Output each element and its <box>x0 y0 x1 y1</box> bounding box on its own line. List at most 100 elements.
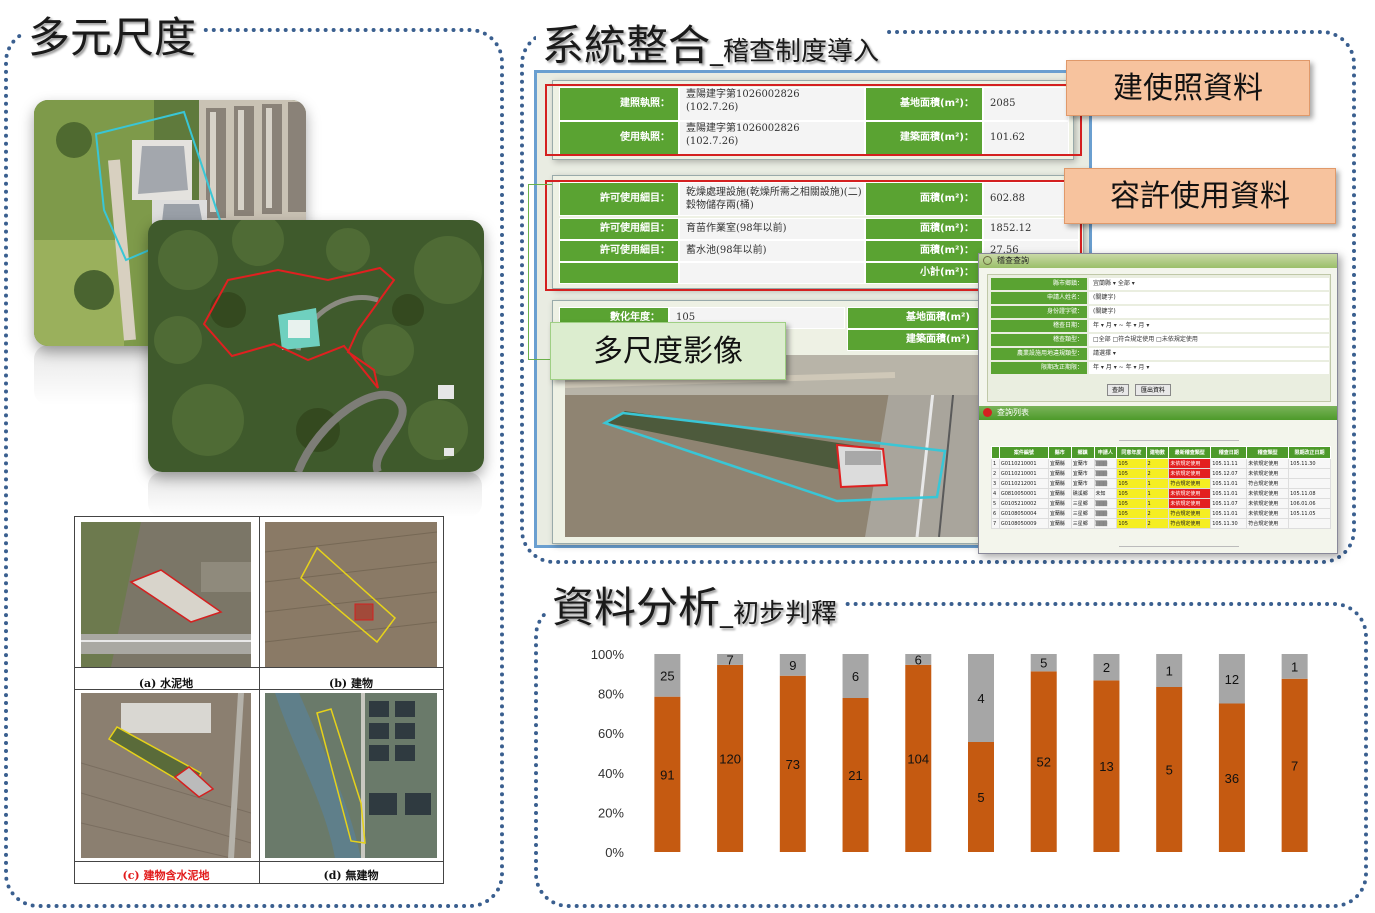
bar-data-label-gray: 4 <box>977 691 984 706</box>
query-table-cell: 宜蘭縣 <box>1047 478 1072 489</box>
query-table-cell: 105 <box>1116 508 1147 519</box>
query-table-cell: 未依規定使用 <box>1246 488 1290 499</box>
query-table-cell: 未依規定使用 <box>1168 498 1212 509</box>
table-row[interactable]: 4 G0810050001 宜蘭縣 礁溪鄉 未知 105 1 未依規定使用 105.11.01 未… <box>991 488 1331 499</box>
top-panel-title: 系統整合_稽查制度導入 <box>536 12 886 73</box>
query-table-cell: 三星鄉 <box>1070 518 1095 529</box>
query-input-id[interactable]: (關鍵字) <box>1089 306 1329 318</box>
sample-cell-d <box>265 693 437 858</box>
query-window-title: 稽查查詢 <box>997 256 1029 265</box>
query-table-cell <box>1288 518 1331 529</box>
y-tick-label: 80% <box>598 687 624 702</box>
table-row[interactable]: 3 G0110212001 宜蘭縣 宜蘭市 ▒▒▒ 105 1 符合規定使用 105.11.01… <box>991 478 1331 489</box>
bar-data-label-gray: 6 <box>915 652 922 667</box>
bar-data-label-gray: 7 <box>726 652 733 667</box>
bar-data-label-gray: 1 <box>1291 659 1298 674</box>
grid-divider-h3 <box>75 861 443 862</box>
query-table-cell: G0110212001 <box>998 478 1049 489</box>
aerial-photo-2 <box>148 220 484 472</box>
query-table-cell: ▒▒▒ <box>1093 498 1118 509</box>
bottom-panel-title-main: 資料分析 <box>552 583 721 632</box>
query-table-cell: 1 <box>1145 478 1170 489</box>
grid-divider-h1 <box>75 667 443 668</box>
query-table-cell: 5 <box>991 498 1000 509</box>
query-table-cell: 宜蘭縣 <box>1047 458 1072 469</box>
top-panel-title-sub: _稽查制度導入 <box>710 37 880 67</box>
query-table-cell: 105.11.01 <box>1210 488 1248 499</box>
query-table-cell: G0108050004 <box>998 508 1049 519</box>
query-label-inspection-date: 稽查日期： <box>991 320 1087 332</box>
query-table-cell: 未依規定使用 <box>1246 498 1290 509</box>
query-table-cell: 105.11.30 <box>1288 458 1331 469</box>
query-table-cell: 2 <box>1145 468 1170 479</box>
query-window: 稽查查詢 縣市鄉鎮： 宜蘭縣 ▾ 全部 ▾ 申請人姓名： (關鍵字) 身份證字號… <box>978 253 1338 554</box>
bar-data-label-gray: 1 <box>1166 664 1173 679</box>
table-row[interactable]: 5 G0105210002 宜蘭縣 三星鄉 ▒▒▒ 105 1 未依規定使用 105.11.07… <box>991 498 1331 509</box>
bar-data-label-orange: 91 <box>660 767 674 782</box>
sample-grid: (a) 水泥地 (b) 建物 (c) 建物含水泥地 (d) 無建物 <box>74 516 444 884</box>
query-list-titlebar: 查詢列表 <box>979 406 1337 420</box>
query-table-cell: 未依規定使用 <box>1168 468 1212 479</box>
table-row[interactable]: 1 G0110210001 宜蘭縣 宜蘭市 ▒▒▒ 105 2 未依規定使用 105.11.11… <box>991 458 1331 469</box>
query-select-deadline[interactable]: 年 ▾ 月 ▾ ~ 年 ▾ 月 ▾ <box>1089 362 1329 374</box>
query-select-violation-type[interactable]: 請選擇 ▾ <box>1089 348 1329 360</box>
callout-building-license: 建使照資料 <box>1066 60 1310 116</box>
query-table-cell: 1 <box>1145 498 1170 509</box>
bar-data-label-gray: 2 <box>1103 660 1110 675</box>
bar-data-label-orange: 5 <box>977 790 984 805</box>
query-table-cell: ▒▒▒ <box>1093 518 1118 529</box>
query-label-applicant: 申請人姓名： <box>991 292 1087 304</box>
query-list-title: 查詢列表 <box>997 408 1029 417</box>
aerial-photo-2-reflection <box>148 472 482 517</box>
query-select-inspection-date[interactable]: 年 ▾ 月 ▾ ~ 年 ▾ 月 ▾ <box>1089 320 1329 332</box>
image-area-label-1: 基地面積(m²) <box>847 307 979 329</box>
alert-icon <box>983 408 992 417</box>
query-table-header: 稽查日期 <box>1210 446 1248 459</box>
query-table-cell: 6 <box>991 508 1000 519</box>
y-tick-label: 100% <box>591 647 625 662</box>
image-area-label-2: 建築面積(m²) <box>847 329 979 351</box>
query-check-inspection-type[interactable]: □全部 □符合規定使用 □未依規定使用 <box>1089 334 1329 346</box>
table-row[interactable]: 6 G0108050004 宜蘭縣 三星鄉 ▒▒▒ 105 2 符合規定使用 105.11.01… <box>991 508 1331 519</box>
query-table-cell: 105 <box>1116 488 1147 499</box>
query-table-cell: 105 <box>1116 518 1147 529</box>
query-table-cell <box>1288 478 1331 489</box>
callout-permit-use: 容許使用資料 <box>1064 168 1336 224</box>
query-table-cell: 符合規定使用 <box>1168 518 1212 529</box>
top-panel-title-main: 系統整合 <box>542 21 711 70</box>
query-table-header: 稽查類型 <box>1246 446 1290 459</box>
query-search-button[interactable]: 查詢 <box>1107 384 1129 396</box>
query-table-cell: 符合規定使用 <box>1168 508 1212 519</box>
query-table-cell <box>1288 468 1331 479</box>
query-table-cell: 宜蘭縣 <box>1047 508 1072 519</box>
query-label-deadline: 限期改正期限： <box>991 362 1087 374</box>
query-table-cell: 3 <box>991 478 1000 489</box>
table-row[interactable]: 2 G0110210001 宜蘭縣 宜蘭市 ▒▒▒ 105 2 未依規定使用 105.12.07… <box>991 468 1331 479</box>
query-table-cell: 未知 <box>1093 488 1118 499</box>
query-result-table: 案件編號 縣市 鄉鎮 申請人 同意年度 建物數 最新稽查類型 稽查日期 稽查類型 限期改正日期 1… <box>991 446 1331 529</box>
query-table-cell: 7 <box>991 518 1000 529</box>
table-row[interactable]: 7 G0108050009 宜蘭縣 三星鄉 ▒▒▒ 105 2 符合規定使用 105.11.30… <box>991 518 1331 529</box>
bar-data-label-orange: 120 <box>719 751 741 766</box>
left-panel-title-text: 多元尺度 <box>28 13 197 62</box>
query-table-cell: 105 <box>1116 498 1147 509</box>
query-table-cell: 2 <box>1145 508 1170 519</box>
callout-multi-scale-image: 多尺度影像 <box>550 322 786 380</box>
query-input-applicant[interactable]: (關鍵字) <box>1089 292 1329 304</box>
query-select-county[interactable]: 宜蘭縣 ▾ 全部 ▾ <box>1089 278 1329 290</box>
bar-data-label-orange: 21 <box>848 768 862 783</box>
bar-data-label-gray: 25 <box>660 668 674 683</box>
query-table-cell: 105.11.01 <box>1210 508 1248 519</box>
callout-green-bracket <box>528 184 552 360</box>
query-table-cell: ▒▒▒ <box>1093 478 1118 489</box>
query-table-cell: G0110210001 <box>998 468 1049 479</box>
sample-cell-a <box>81 522 251 667</box>
query-table-header: 最新稽查類型 <box>1168 446 1212 459</box>
query-label-violation-type: 農業設施用地違規類型： <box>991 348 1087 360</box>
query-table-cell: 2 <box>1145 458 1170 469</box>
license-highlight-box <box>545 84 1082 156</box>
caption-d: (d) 無建物 <box>323 869 379 882</box>
bar-data-label-gray: 12 <box>1225 672 1239 687</box>
bar-data-label-orange: 36 <box>1225 771 1239 786</box>
query-export-button[interactable]: 匯出資料 <box>1135 384 1171 396</box>
